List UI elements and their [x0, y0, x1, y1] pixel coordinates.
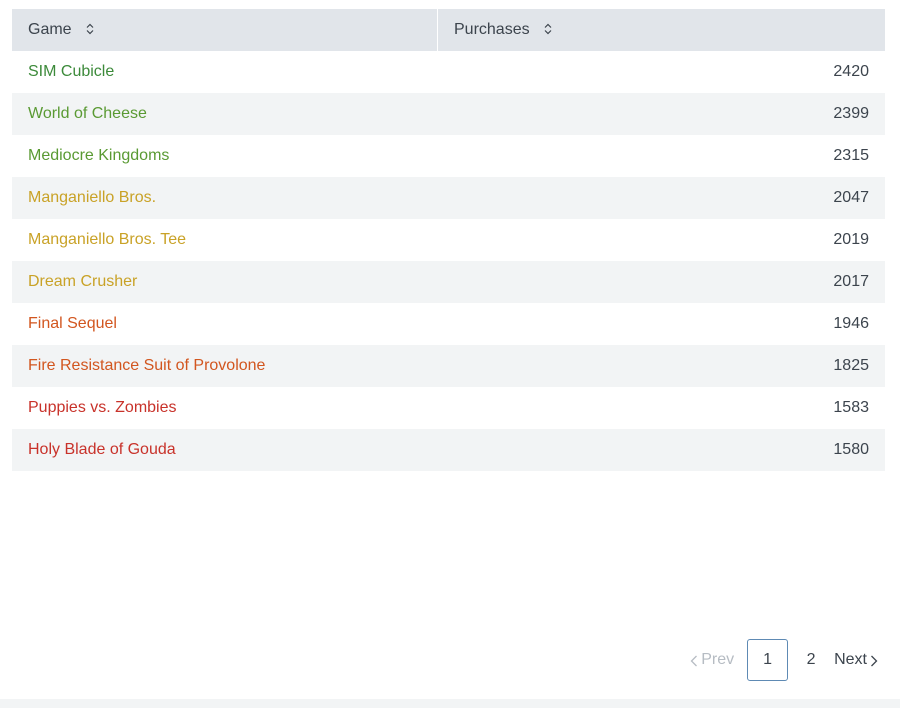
column-header-purchases[interactable]: Purchases	[437, 9, 885, 51]
sort-icon	[86, 23, 94, 35]
column-header-game-label: Game	[28, 21, 72, 38]
game-cell: SIM Cubicle	[12, 51, 438, 93]
results-table: Game Purchases SIM Cubicle 2420 World of…	[12, 9, 885, 471]
column-header-purchases-label: Purchases	[454, 21, 530, 38]
game-cell: Holy Blade of Gouda	[12, 429, 438, 471]
purchases-cell: 2315	[437, 135, 885, 177]
purchases-cell: 1583	[437, 387, 885, 429]
table-row: Puppies vs. Zombies 1583	[12, 387, 885, 429]
table-row: Manganiello Bros. Tee 2019	[12, 219, 885, 261]
prev-page-label: Prev	[701, 651, 735, 668]
next-page-label: Next	[834, 651, 867, 668]
chevron-right-icon	[870, 654, 878, 667]
results-table-container: Game Purchases SIM Cubicle 2420 World of…	[12, 9, 885, 471]
purchases-cell: 2047	[437, 177, 885, 219]
game-cell: Mediocre Kingdoms	[12, 135, 438, 177]
game-cell: Manganiello Bros. Tee	[12, 219, 438, 261]
table-row: Final Sequel 1946	[12, 303, 885, 345]
sort-icon	[544, 23, 552, 35]
bottom-strip	[0, 699, 900, 708]
purchases-cell: 2420	[437, 51, 885, 93]
column-header-game[interactable]: Game	[12, 9, 438, 51]
next-page-button[interactable]: Next	[834, 651, 878, 669]
game-cell: Manganiello Bros.	[12, 177, 438, 219]
game-cell: World of Cheese	[12, 93, 438, 135]
purchases-cell: 2019	[437, 219, 885, 261]
prev-page-button[interactable]: Prev	[690, 651, 734, 669]
page: Game Purchases SIM Cubicle 2420 World of…	[0, 0, 900, 708]
table-row: Mediocre Kingdoms 2315	[12, 135, 885, 177]
header-row: Game Purchases	[12, 9, 885, 51]
purchases-cell: 1946	[437, 303, 885, 345]
game-cell: Final Sequel	[12, 303, 438, 345]
game-cell: Puppies vs. Zombies	[12, 387, 438, 429]
game-cell: Dream Crusher	[12, 261, 438, 303]
table-row: Fire Resistance Suit of Provolone 1825	[12, 345, 885, 387]
table-row: World of Cheese 2399	[12, 93, 885, 135]
purchases-cell: 2399	[437, 93, 885, 135]
table-row: Holy Blade of Gouda 1580	[12, 429, 885, 471]
game-cell: Fire Resistance Suit of Provolone	[12, 345, 438, 387]
page-number-1[interactable]: 1	[747, 639, 789, 681]
table-header: Game Purchases	[12, 9, 885, 51]
purchases-cell: 2017	[437, 261, 885, 303]
chevron-left-icon	[690, 654, 698, 667]
table-row: Manganiello Bros. 2047	[12, 177, 885, 219]
table-body: SIM Cubicle 2420 World of Cheese 2399 Me…	[12, 51, 885, 471]
page-number-2[interactable]: 2	[791, 640, 831, 680]
purchases-cell: 1825	[437, 345, 885, 387]
purchases-cell: 1580	[437, 429, 885, 471]
table-row: Dream Crusher 2017	[12, 261, 885, 303]
table-row: SIM Cubicle 2420	[12, 51, 885, 93]
pagination: Prev 1 2 Next	[690, 639, 878, 681]
